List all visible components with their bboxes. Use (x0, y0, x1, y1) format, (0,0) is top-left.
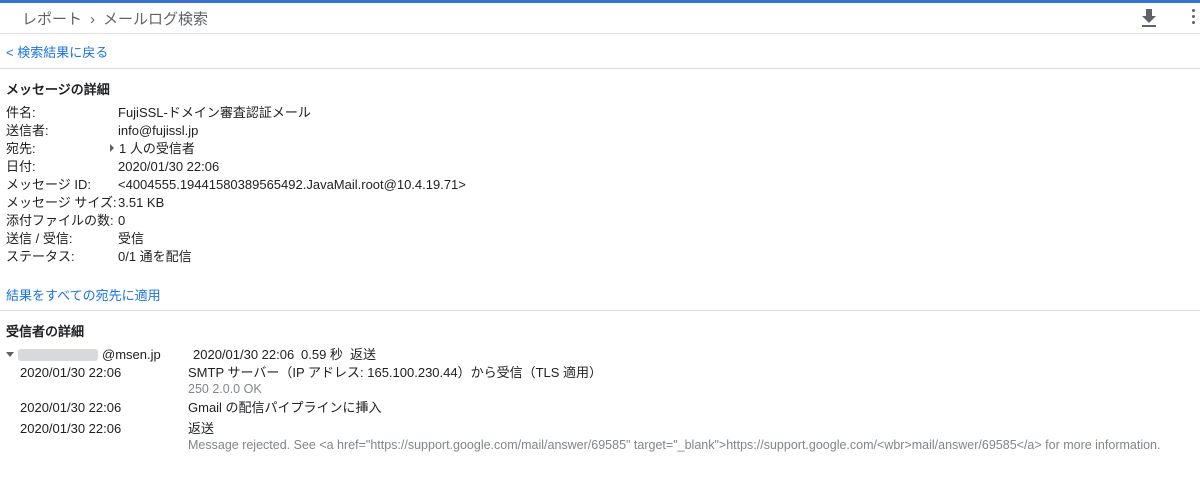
recipient-address: @msen.jp (102, 347, 161, 362)
redacted-address (18, 349, 98, 361)
detail-label: 送信 / 受信: (6, 231, 73, 246)
expand-triangle-icon[interactable] (110, 144, 114, 152)
event-date: 2020/01/30 22:06 (20, 365, 122, 380)
detail-value: FujiSSL-ドメイン審査認証メール (118, 105, 311, 120)
breadcrumb-separator: › (90, 11, 96, 28)
detail-value[interactable]: 1 人の受信者 (119, 141, 195, 156)
detail-label: 宛先: (6, 141, 36, 156)
collapse-caret-icon[interactable] (6, 352, 14, 357)
event-date: 2020/01/30 22:06 (20, 400, 122, 415)
breadcrumb-reports[interactable]: レポート (22, 11, 82, 28)
page-header: レポート › メールログ検索 (0, 3, 1200, 34)
detail-label: メッセージ ID: (6, 177, 91, 192)
divider (0, 310, 1200, 311)
back-to-results-link[interactable]: < 検索結果に戻る (6, 42, 108, 61)
recipient-details-title: 受信者の詳細 (6, 324, 85, 339)
event-message: SMTP サーバー（IP アドレス: 165.100.230.44）から受信（T… (188, 365, 603, 380)
more-vert-icon[interactable] (1190, 9, 1198, 29)
detail-value: info@fujissl.jp (118, 123, 199, 138)
detail-value: 0/1 通を配信 (118, 249, 192, 264)
event-detail: Message rejected. See <a href="https://s… (188, 438, 1161, 452)
detail-value: 3.51 KB (118, 195, 165, 210)
detail-label: 日付: (6, 159, 36, 174)
event-detail: 250 2.0.0 OK (188, 382, 262, 396)
detail-value: 受信 (118, 231, 145, 246)
recipient-duration: 0.59 秒 (301, 347, 343, 362)
detail-value: <4004555.19441580389565492.JavaMail.root… (118, 177, 466, 192)
recipient-row[interactable]: @msen.jp 2020/01/30 22:06 0.59 秒 返送 (6, 346, 1196, 364)
event-message: 返送 (188, 421, 215, 436)
detail-label: 件名: (6, 105, 36, 120)
recipient-date: 2020/01/30 22:06 (193, 347, 295, 362)
divider (0, 68, 1200, 69)
detail-value: 2020/01/30 22:06 (118, 159, 220, 174)
recipients-toggle[interactable]: 1 人の受信者 (110, 140, 195, 158)
detail-label: ステータス: (6, 249, 75, 264)
message-details-title: メッセージの詳細 (6, 82, 110, 97)
detail-value: 0 (118, 213, 126, 228)
detail-label: 送信者: (6, 123, 49, 138)
apply-to-all-recipients-link[interactable]: 結果をすべての宛先に適用 (6, 285, 161, 304)
detail-label: メッセージ サイズ: (6, 195, 117, 210)
event-message: Gmail の配信パイプラインに挿入 (188, 400, 382, 415)
recipient-result: 返送 (350, 347, 377, 362)
breadcrumb: レポート › メールログ検索 (22, 8, 208, 29)
download-icon[interactable] (1139, 7, 1159, 29)
detail-label: 添付ファイルの数: (6, 213, 114, 228)
breadcrumb-email-log-search: メールログ検索 (103, 11, 209, 28)
event-date: 2020/01/30 22:06 (20, 421, 122, 436)
